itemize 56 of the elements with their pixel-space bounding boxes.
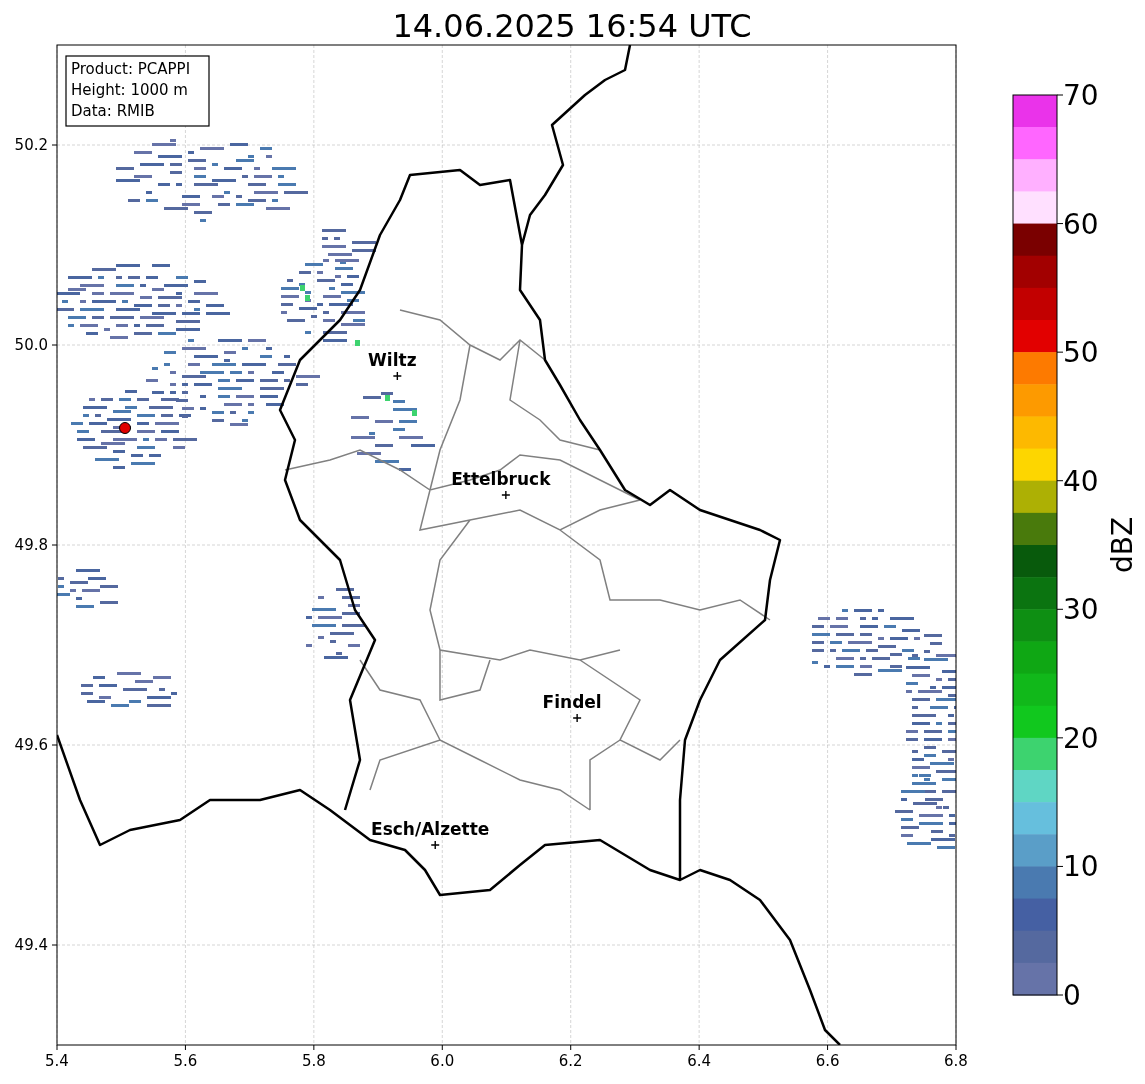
city-marker-icon <box>393 372 402 380</box>
tick-mark <box>51 544 58 546</box>
colorbar-label: dBZ <box>1106 516 1139 574</box>
tick-label: 49.4 <box>14 936 48 954</box>
city-label: Ettelbruck <box>451 469 551 489</box>
info-text: Height: 1000 m <box>71 81 188 99</box>
tick-label: 6.4 <box>687 1052 712 1070</box>
info-text: Product: PCAPPI <box>71 60 191 78</box>
tick-mark <box>1056 737 1064 739</box>
tick-label: 40 <box>1063 464 1099 498</box>
tick-mark <box>1056 865 1064 867</box>
tick-label: 5.8 <box>301 1052 326 1070</box>
chart-title: 14.06.2025 16:54 UTC <box>392 7 752 45</box>
tick-mark <box>441 1044 443 1051</box>
tick-label: 70 <box>1063 79 1099 112</box>
tick-label: 20 <box>1063 721 1099 755</box>
city-marker-icon <box>431 841 440 849</box>
city-label: Esch/Alzette <box>371 819 490 839</box>
tick-label: 10 <box>1063 850 1099 884</box>
tick-label: 49.6 <box>14 736 48 754</box>
tick-label: 6.0 <box>430 1052 455 1070</box>
tick-mark <box>827 1044 829 1051</box>
tick-mark <box>1056 994 1064 996</box>
info-text: Data: RMIB <box>71 102 155 120</box>
tick-mark <box>1056 351 1064 353</box>
tick-label: 5.4 <box>45 1052 69 1070</box>
tick-mark <box>56 1044 58 1051</box>
tick-mark <box>1056 223 1064 225</box>
tick-label: 30 <box>1063 593 1099 627</box>
tick-mark <box>698 1044 700 1051</box>
tick-label: 50.0 <box>14 336 48 354</box>
tick-label: 50 <box>1063 336 1099 370</box>
tick-mark <box>955 1044 957 1051</box>
tick-mark <box>1056 608 1064 610</box>
radar-site-marker <box>119 422 131 434</box>
tick-mark <box>51 744 58 746</box>
tick-mark <box>51 344 58 346</box>
tick-label: 60 <box>1063 207 1099 241</box>
tick-mark <box>1056 480 1064 482</box>
tick-label: 0 <box>1063 979 1081 1012</box>
tick-mark <box>313 1044 315 1051</box>
city-label: Wiltz <box>368 350 417 370</box>
tick-mark <box>570 1044 572 1051</box>
tick-mark <box>184 1044 186 1051</box>
tick-label: 5.6 <box>173 1052 198 1070</box>
city-marker-icon <box>501 491 510 499</box>
tick-label: 6.6 <box>815 1052 840 1070</box>
tick-mark <box>1056 94 1064 96</box>
tick-label: 6.8 <box>944 1052 968 1070</box>
tick-label: 50.2 <box>14 136 48 154</box>
city-label: Findel <box>542 692 602 712</box>
tick-label: 49.8 <box>14 536 48 554</box>
tick-mark <box>51 944 58 946</box>
tick-label: 6.2 <box>558 1052 583 1070</box>
tick-mark <box>51 144 58 146</box>
city-marker-icon <box>573 714 582 722</box>
